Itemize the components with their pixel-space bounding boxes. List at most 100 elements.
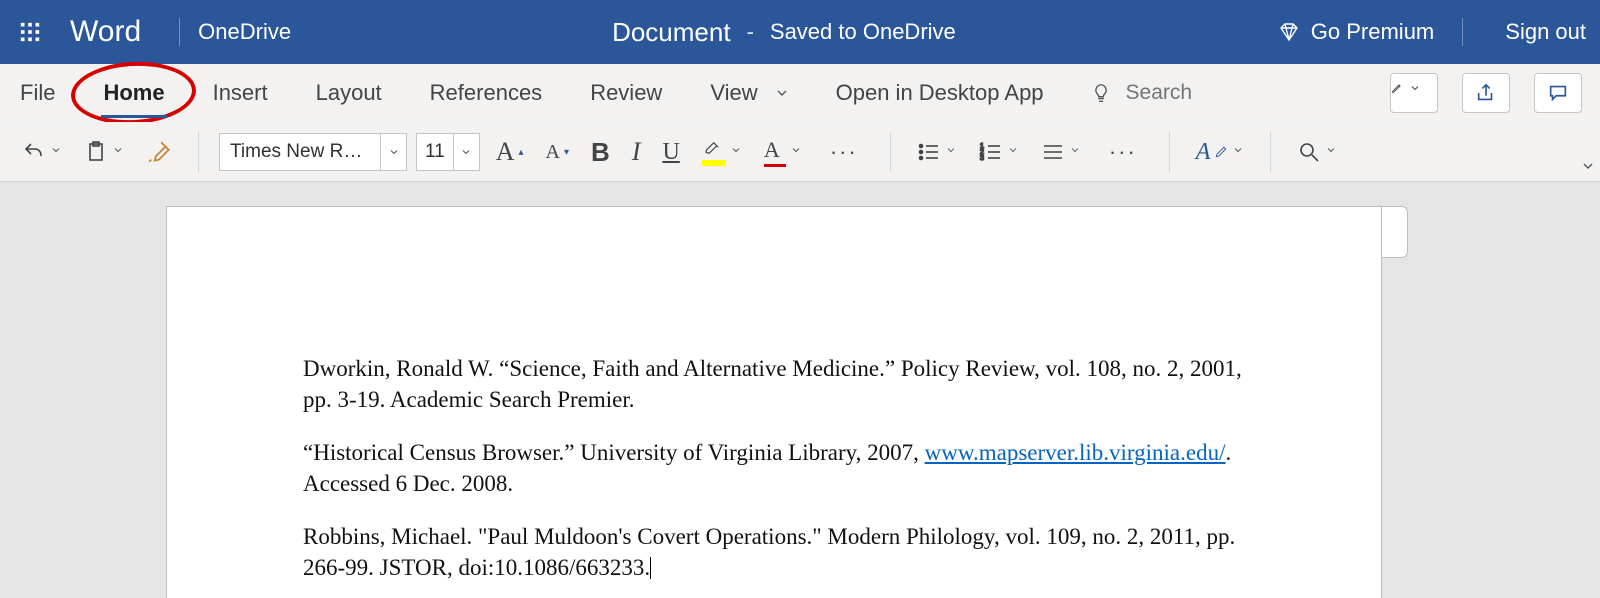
grow-font-label: A <box>496 137 515 167</box>
format-painter-button[interactable] <box>140 135 178 169</box>
document-page[interactable]: Dworkin, Ronald W. “Science, Faith and A… <box>166 206 1382 598</box>
tab-review[interactable]: Review <box>588 76 664 110</box>
save-status[interactable]: Saved to OneDrive <box>770 19 956 45</box>
paste-button[interactable] <box>78 136 130 168</box>
document-title-group: Document - Saved to OneDrive <box>291 17 1277 48</box>
bulleted-list-icon <box>917 140 941 164</box>
find-button[interactable] <box>1291 136 1343 168</box>
tab-insert[interactable]: Insert <box>211 76 270 110</box>
font-color-swatch <box>764 164 786 167</box>
editing-mode-button[interactable] <box>1390 73 1438 113</box>
font-family-select[interactable]: Times New Ro… <box>219 133 407 171</box>
ellipsis-icon: ··· <box>1103 139 1143 165</box>
paintbrush-icon <box>146 139 172 165</box>
bold-label: B <box>591 137 610 168</box>
share-button[interactable] <box>1462 73 1510 113</box>
italic-button[interactable]: I <box>626 133 647 171</box>
chevron-down-icon <box>453 134 479 170</box>
app-launcher-icon[interactable] <box>10 21 50 43</box>
chevron-down-icon <box>1409 82 1421 94</box>
citation-text: Dworkin, Ronald W. “Science, Faith and A… <box>303 356 1242 412</box>
numbered-list-icon: 123 <box>979 140 1003 164</box>
chevron-down-icon <box>112 143 124 161</box>
separator <box>1462 18 1463 46</box>
ellipsis-icon: ··· <box>824 139 864 165</box>
bold-button[interactable]: B <box>585 133 616 172</box>
highlight-color-swatch <box>702 160 726 166</box>
tab-file[interactable]: File <box>18 76 57 110</box>
title-dash: - <box>747 19 754 45</box>
side-tab[interactable] <box>1382 206 1408 258</box>
underline-label: U <box>662 139 679 166</box>
app-name[interactable]: Word <box>70 15 141 49</box>
tell-me-search[interactable] <box>1090 80 1244 106</box>
highlight-button[interactable] <box>696 135 748 170</box>
font-family-value: Times New Ro… <box>220 141 380 163</box>
font-color-label: A <box>764 137 780 162</box>
separator <box>1169 132 1170 172</box>
sign-out-button[interactable]: Sign out <box>1505 19 1586 45</box>
caret-up-icon: ▴ <box>519 147 524 158</box>
pen-icon <box>1214 143 1228 161</box>
more-tabs-chevron-icon[interactable] <box>774 85 790 101</box>
chevron-down-icon <box>790 143 802 161</box>
tab-view[interactable]: View <box>708 76 759 110</box>
collapse-ribbon-chevron-icon[interactable] <box>1580 158 1596 179</box>
chevron-down-icon <box>1325 143 1337 161</box>
chevron-down-icon <box>945 143 957 161</box>
chevron-down-icon <box>730 143 742 161</box>
tab-layout[interactable]: Layout <box>314 76 384 110</box>
undo-icon <box>22 140 46 164</box>
styles-button[interactable]: A <box>1190 135 1251 170</box>
chevron-down-icon <box>50 143 62 161</box>
ribbon-tabs: File Home Insert Layout References Revie… <box>0 64 1600 122</box>
search-icon <box>1297 140 1321 164</box>
bullets-button[interactable] <box>911 136 963 168</box>
align-button[interactable] <box>1035 136 1087 168</box>
separator <box>1270 132 1271 172</box>
styles-label: A <box>1196 139 1211 166</box>
citation-text: Robbins, Michael. "Paul Muldoon's Covert… <box>303 524 1235 580</box>
font-size-value: 11 <box>417 141 453 163</box>
numbering-button[interactable]: 123 <box>973 136 1025 168</box>
paragraph[interactable]: Robbins, Michael. "Paul Muldoon's Covert… <box>303 521 1245 583</box>
italic-label: I <box>632 137 641 167</box>
comments-button[interactable] <box>1534 73 1582 113</box>
separator <box>179 18 180 46</box>
paragraph[interactable]: Dworkin, Ronald W. “Science, Faith and A… <box>303 353 1245 415</box>
font-color-button[interactable]: A <box>758 133 808 171</box>
undo-button[interactable] <box>16 136 68 168</box>
more-font-options-button[interactable]: ··· <box>818 135 870 169</box>
citation-link[interactable]: www.mapserver.lib.virginia.edu/ <box>925 440 1226 465</box>
chevron-down-icon <box>1232 143 1244 161</box>
go-premium-button[interactable]: Go Premium <box>1277 19 1434 45</box>
document-title[interactable]: Document <box>612 17 731 48</box>
search-input[interactable] <box>1124 80 1244 106</box>
text-cursor <box>650 557 651 579</box>
tab-references[interactable]: References <box>428 76 545 110</box>
separator <box>890 132 891 172</box>
more-paragraph-button[interactable]: ··· <box>1097 135 1149 169</box>
comment-icon <box>1547 82 1569 104</box>
document-canvas[interactable]: Dworkin, Ronald W. “Science, Faith and A… <box>0 182 1600 598</box>
shrink-font-button[interactable]: A▾ <box>540 137 575 168</box>
chevron-down-icon <box>1069 143 1081 161</box>
highlighter-icon <box>702 139 724 157</box>
chevron-down-icon <box>1007 143 1019 161</box>
grow-font-button[interactable]: A▴ <box>490 133 530 171</box>
tab-home[interactable]: Home <box>101 76 166 110</box>
underline-button[interactable]: U <box>656 135 685 170</box>
diamond-icon <box>1277 20 1301 44</box>
ribbon-toolbar: Times New Ro… 11 A▴ A▾ B I U A ··· 123 <box>0 122 1600 182</box>
align-icon <box>1041 140 1065 164</box>
citation-text: “Historical Census Browser.” University … <box>303 440 925 465</box>
chevron-down-icon <box>380 134 406 170</box>
shrink-font-label: A <box>546 141 560 164</box>
open-in-desktop-button[interactable]: Open in Desktop App <box>834 76 1046 110</box>
clipboard-icon <box>84 140 108 164</box>
paragraph[interactable]: “Historical Census Browser.” University … <box>303 437 1245 499</box>
svg-text:3: 3 <box>980 155 984 162</box>
title-bar: Word OneDrive Document - Saved to OneDri… <box>0 0 1600 64</box>
location-breadcrumb[interactable]: OneDrive <box>198 19 291 45</box>
font-size-select[interactable]: 11 <box>416 133 480 171</box>
